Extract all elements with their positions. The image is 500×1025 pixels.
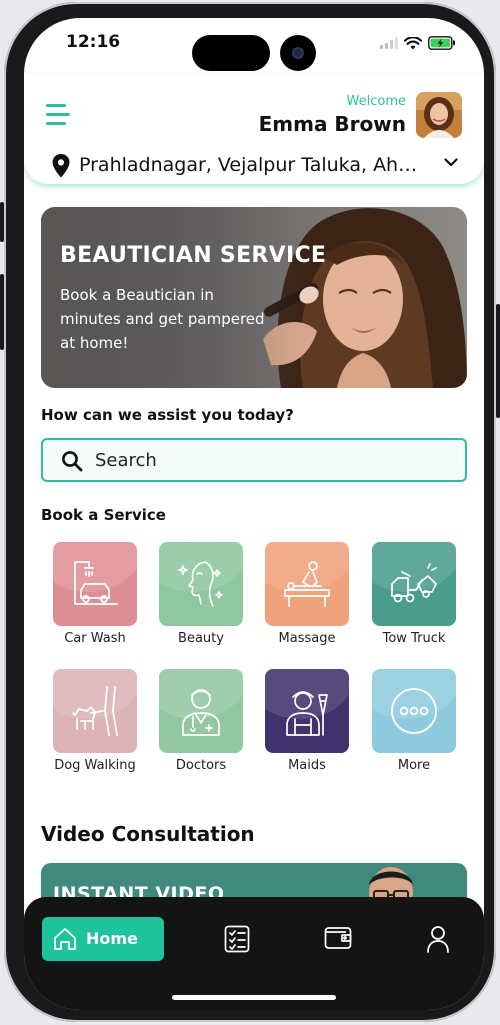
power-button: [496, 304, 500, 418]
car-wash-icon: [74, 561, 118, 605]
book-service-heading: Book a Service: [41, 506, 166, 524]
status-bar: 12:16: [24, 18, 484, 74]
battery-charging-icon: [428, 36, 455, 50]
location-pin-icon: [52, 154, 70, 178]
app-header: Welcome Emma Brown Prahladnagar, Vejalpu…: [24, 74, 484, 184]
doctor-icon: [182, 689, 220, 736]
wallet-icon[interactable]: [324, 925, 352, 951]
profile-icon[interactable]: [426, 925, 450, 953]
maid-icon: [286, 691, 328, 736]
service-tile-doctors[interactable]: [159, 669, 243, 753]
service-label-doctors: Doctors: [175, 758, 227, 773]
service-label-tow-truck: Tow Truck: [382, 631, 446, 646]
video-consultation-heading: Video Consultation: [41, 822, 255, 846]
banner-subtitle: Book a Beautician in minutes and get pam…: [60, 286, 265, 352]
assist-heading: How can we assist you today?: [41, 406, 294, 424]
search-icon: [62, 451, 83, 472]
user-name: Emma Brown: [258, 112, 406, 136]
silent-switch: [0, 202, 4, 242]
status-icons: [380, 36, 456, 50]
beautician-banner[interactable]: BEAUTICIAN SERVICE Book a Beautician in …: [41, 207, 467, 388]
service-label-car-wash: Car Wash: [64, 631, 126, 646]
avatar[interactable]: [416, 92, 462, 138]
more-icon: [391, 688, 437, 734]
service-tile-maids[interactable]: [265, 669, 349, 753]
service-tile-car-wash[interactable]: [53, 542, 137, 626]
service-tile-massage[interactable]: [265, 542, 349, 626]
front-camera: [280, 35, 316, 71]
dynamic-island: [192, 35, 270, 71]
status-time: 12:16: [66, 32, 121, 52]
signal-icon: [380, 37, 398, 49]
service-label-dog-walking: Dog Walking: [54, 758, 136, 773]
bottom-navigation: Home: [24, 897, 484, 1010]
massage-icon: [284, 561, 330, 607]
dog-walking-icon: [72, 686, 118, 736]
home-icon: [54, 928, 76, 950]
tow-truck-icon: [391, 563, 437, 603]
bookings-list-icon[interactable]: [224, 925, 250, 953]
search-input[interactable]: [95, 450, 435, 471]
location-text: Prahladnagar, Vejalpur Taluka, Ahmedabad: [79, 154, 431, 176]
screen: 12:16 Welcome Emma Brown Prahladnagar, V…: [24, 18, 484, 1010]
service-label-beauty: Beauty: [178, 631, 224, 646]
service-tile-beauty[interactable]: [159, 542, 243, 626]
hamburger-menu-icon[interactable]: [46, 104, 70, 126]
welcome-text: Welcome: [346, 94, 406, 109]
home-indicator: [172, 995, 336, 1000]
beauty-icon: [178, 561, 223, 607]
volume-button: [0, 274, 4, 350]
service-tile-tow-truck[interactable]: [372, 542, 456, 626]
search-box[interactable]: [41, 438, 467, 482]
phone-frame: 12:16 Welcome Emma Brown Prahladnagar, V…: [0, 2, 500, 1022]
banner-title: BEAUTICIAN SERVICE: [60, 243, 327, 268]
wifi-icon: [404, 36, 422, 49]
service-label-maids: Maids: [288, 758, 326, 773]
chevron-down-icon: [444, 158, 458, 167]
service-label-massage: Massage: [278, 631, 336, 646]
location-selector[interactable]: Prahladnagar, Vejalpur Taluka, Ahmedabad: [52, 152, 462, 182]
service-tile-dog-walking[interactable]: [53, 669, 137, 753]
service-label-more: More: [397, 758, 431, 773]
service-tile-more[interactable]: [372, 669, 456, 753]
nav-home-button[interactable]: Home: [42, 917, 164, 961]
nav-home-label: Home: [86, 929, 138, 948]
